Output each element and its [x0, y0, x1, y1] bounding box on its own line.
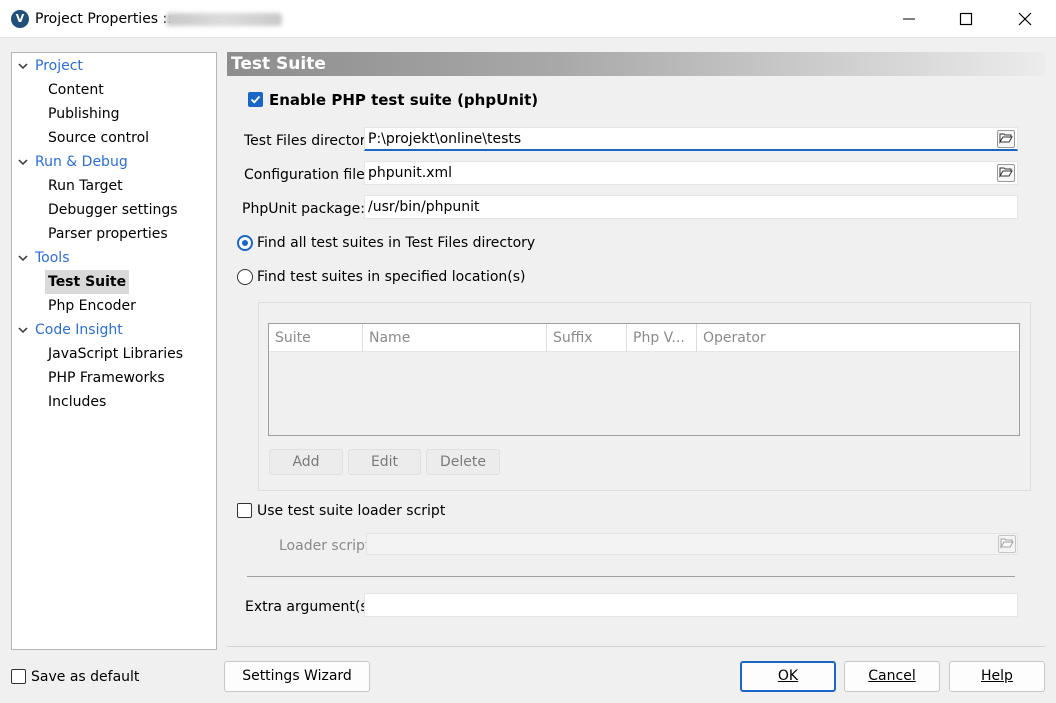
phpunit-package-label: PhpUnit package: — [242, 201, 365, 217]
column-header-name[interactable]: Name — [363, 324, 547, 352]
checkmark-icon — [250, 95, 261, 104]
app-logo-icon: V — [11, 10, 29, 28]
tree-category-run-debug[interactable]: Run & Debug — [13, 150, 215, 174]
tree-category-label: Code Insight — [35, 322, 123, 338]
ok-button-label: OK — [777, 668, 799, 684]
save-as-default-checkbox[interactable] — [11, 669, 26, 684]
use-loader-script-checkbox[interactable] — [237, 503, 252, 518]
tree-category-label: Run & Debug — [35, 154, 128, 170]
ok-button[interactable]: OK — [740, 661, 836, 692]
find-all-suites-radio[interactable] — [237, 235, 253, 251]
tree-category-project[interactable]: Project — [13, 54, 215, 78]
project-name-redacted — [166, 13, 282, 26]
tree-category-label: Project — [35, 58, 83, 74]
tree-item-label: Parser properties — [48, 226, 168, 242]
close-icon — [1018, 12, 1032, 26]
title-bar: V Project Properties :: — [0, 0, 1056, 38]
tree-item-label: Debugger settings — [48, 202, 178, 218]
add-suite-button[interactable]: Add — [269, 449, 343, 475]
tree-item-label: Includes — [48, 394, 107, 410]
maximize-button[interactable] — [937, 0, 995, 38]
column-header-suffix[interactable]: Suffix — [547, 324, 627, 352]
tree-item-label: JavaScript Libraries — [48, 346, 184, 362]
maximize-icon — [959, 12, 973, 26]
tree-item-php-encoder[interactable]: Php Encoder — [13, 294, 215, 318]
column-header-suite[interactable]: Suite — [269, 324, 363, 352]
loader-script-browse-button[interactable] — [998, 535, 1016, 553]
find-specified-suites-label: Find test suites in specified location(s… — [257, 269, 526, 285]
tree-category-label: Tools — [35, 250, 70, 266]
tree-item-label: Content — [48, 82, 104, 98]
tree-category-tools[interactable]: Tools — [13, 246, 215, 270]
help-button[interactable]: Help — [949, 661, 1045, 692]
tree-item-label: Source control — [48, 130, 150, 146]
test-files-dir-input[interactable]: P:\projekt\online\tests — [364, 127, 1018, 151]
folder-open-icon — [999, 167, 1013, 178]
use-loader-script-label: Use test suite loader script — [257, 503, 446, 519]
loader-script-input[interactable] — [366, 533, 1018, 555]
column-header-operator[interactable]: Operator — [697, 324, 1019, 352]
folder-open-icon — [1000, 538, 1014, 549]
settings-wizard-button[interactable]: Settings Wizard — [224, 661, 370, 692]
edit-suite-button[interactable]: Edit — [348, 449, 421, 475]
tree-item-label: Publishing — [48, 106, 120, 122]
test-files-dir-browse-button[interactable] — [997, 130, 1015, 148]
tree-category-code-insight[interactable]: Code Insight — [13, 318, 215, 342]
table-header: Suite Name Suffix Php V... Operator — [269, 324, 1019, 352]
find-all-suites-label: Find all test suites in Test Files direc… — [257, 235, 536, 251]
tree-item-run-target[interactable]: Run Target — [13, 174, 215, 198]
tree-item-php-frameworks[interactable]: PHP Frameworks — [13, 366, 215, 390]
tree-item-javascript-libraries[interactable]: JavaScript Libraries — [13, 342, 215, 366]
phpunit-package-input[interactable]: /usr/bin/phpunit — [364, 195, 1018, 219]
help-button-label: Help — [981, 668, 1013, 684]
config-file-label: Configuration file: — [244, 167, 370, 183]
settings-tree: Project Content Publishing Source contro… — [11, 52, 217, 650]
enable-test-suite-checkbox[interactable] — [248, 92, 263, 107]
test-files-dir-label: Test Files directory: — [244, 133, 378, 149]
footer-divider — [227, 646, 1045, 647]
tree-item-label: Run Target — [48, 178, 123, 194]
config-file-input[interactable]: phpunit.xml — [364, 161, 1018, 185]
config-file-browse-button[interactable] — [997, 164, 1015, 182]
tree-item-label: Test Suite — [45, 270, 130, 294]
extra-arguments-label: Extra argument(s): — [245, 599, 378, 615]
tree-item-label: Php Encoder — [48, 298, 136, 314]
window-title: Project Properties :: — [35, 11, 172, 27]
column-header-php-version[interactable]: Php V... — [627, 324, 697, 352]
tree-item-publishing[interactable]: Publishing — [13, 102, 215, 126]
tree-item-includes[interactable]: Includes — [13, 390, 215, 414]
tree-item-parser-properties[interactable]: Parser properties — [13, 222, 215, 246]
delete-suite-button[interactable]: Delete — [426, 449, 500, 475]
tree-item-debugger-settings[interactable]: Debugger settings — [13, 198, 215, 222]
tree-item-content[interactable]: Content — [13, 78, 215, 102]
minimize-icon — [903, 18, 915, 20]
tree-item-label: PHP Frameworks — [48, 370, 165, 386]
extra-arguments-input[interactable] — [364, 593, 1018, 617]
folder-open-icon — [999, 133, 1013, 144]
save-as-default-label: Save as default — [31, 669, 140, 685]
section-title: Test Suite — [227, 52, 1045, 76]
close-button[interactable] — [996, 0, 1054, 38]
find-specified-suites-radio[interactable] — [237, 269, 253, 285]
tree-item-test-suite[interactable]: Test Suite — [13, 270, 215, 294]
cancel-button-label: Cancel — [868, 668, 916, 684]
loader-script-label: Loader script: — [279, 538, 376, 554]
cancel-button[interactable]: Cancel — [844, 661, 940, 692]
tree-item-source-control[interactable]: Source control — [13, 126, 215, 150]
suite-locations-table[interactable]: Suite Name Suffix Php V... Operator — [268, 323, 1020, 436]
divider — [247, 576, 1015, 577]
minimize-button[interactable] — [880, 0, 938, 38]
enable-test-suite-label: Enable PHP test suite (phpUnit) — [269, 91, 539, 109]
